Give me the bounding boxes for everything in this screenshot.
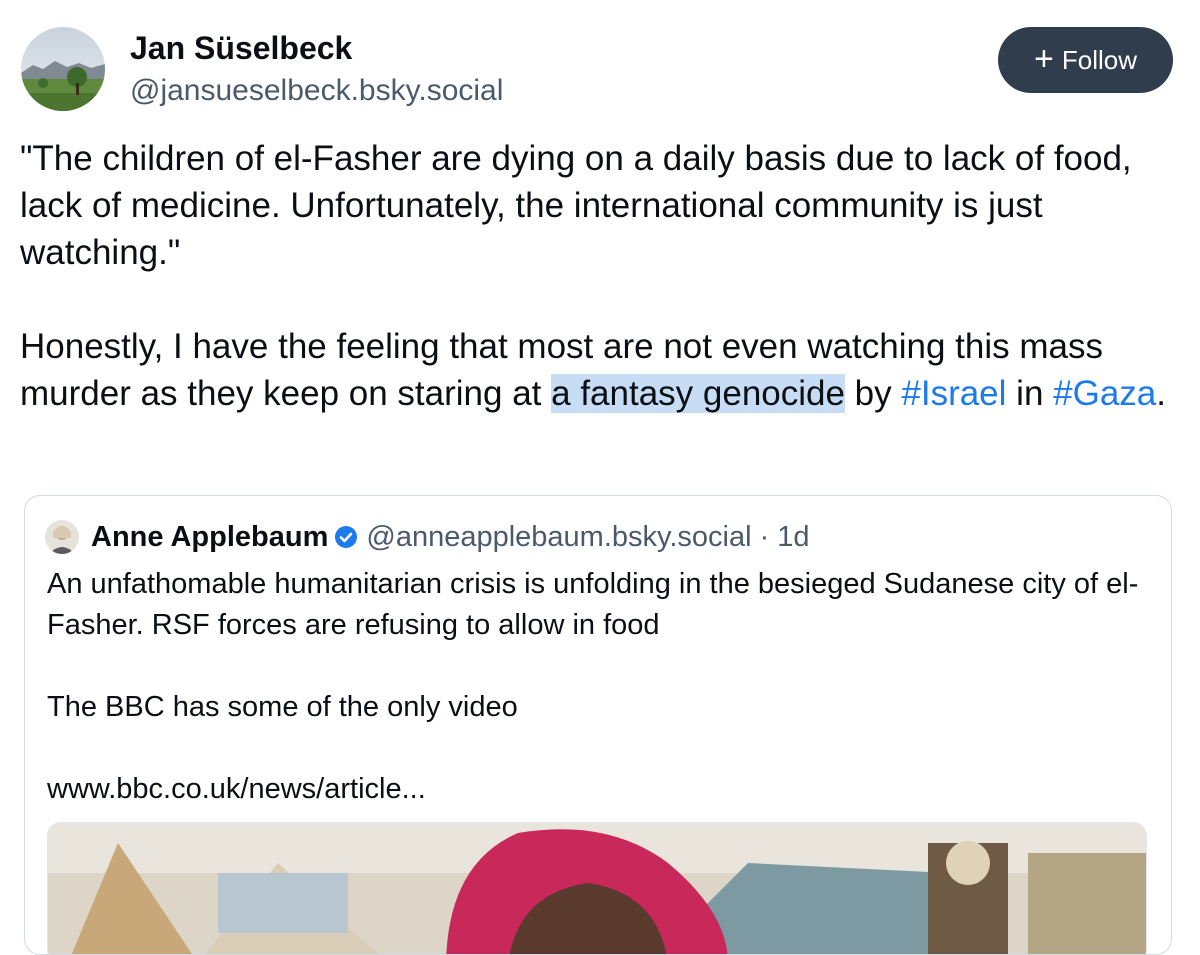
follow-button[interactable]: + Follow — [998, 27, 1173, 93]
quoted-author-avatar[interactable] — [45, 520, 79, 554]
quoted-post-line: The BBC has some of the only video — [47, 691, 518, 723]
highlighted-text: a fantasy genocide — [551, 374, 845, 413]
quoted-post-link[interactable]: www.bbc.co.uk/news/article... — [47, 769, 1147, 810]
quoted-post-header: Anne Applebaum @anneapplebaum.bsky.socia… — [45, 520, 810, 554]
quoted-post-line: An unfathomable humanitarian crisis is u… — [47, 568, 1139, 641]
plus-icon: + — [1034, 39, 1054, 78]
author-name[interactable]: Jan Süselbeck — [130, 28, 352, 68]
hashtag-gaza[interactable]: #Gaza — [1053, 374, 1156, 413]
quoted-post-card[interactable]: Anne Applebaum @anneapplebaum.bsky.socia… — [24, 495, 1172, 955]
author-avatar[interactable] — [21, 27, 105, 111]
quoted-author-name[interactable]: Anne Applebaum — [91, 521, 328, 554]
post-body: "The children of el-Fasher are dying on … — [20, 135, 1185, 417]
post-text-segment: by — [844, 374, 902, 413]
post-paragraph-quote: "The children of el-Fasher are dying on … — [20, 139, 1132, 272]
hashtag-israel[interactable]: #Israel — [901, 374, 1006, 413]
quoted-post-image[interactable] — [47, 822, 1147, 954]
separator-dot: · — [759, 520, 770, 553]
verified-check-icon — [334, 525, 358, 549]
quoted-post-body: An unfathomable humanitarian crisis is u… — [47, 564, 1147, 810]
author-handle[interactable]: @jansueselbeck.bsky.social — [130, 72, 503, 110]
post-paragraph-comment: Honestly, I have the feeling that most a… — [20, 323, 1185, 417]
post-text-segment: in — [1006, 374, 1054, 413]
follow-button-label: Follow — [1061, 44, 1137, 75]
quoted-post-timestamp[interactable]: 1d — [777, 521, 809, 554]
quoted-author-handle[interactable]: @anneapplebaum.bsky.social — [366, 521, 751, 554]
post-text-segment: . — [1156, 374, 1166, 413]
